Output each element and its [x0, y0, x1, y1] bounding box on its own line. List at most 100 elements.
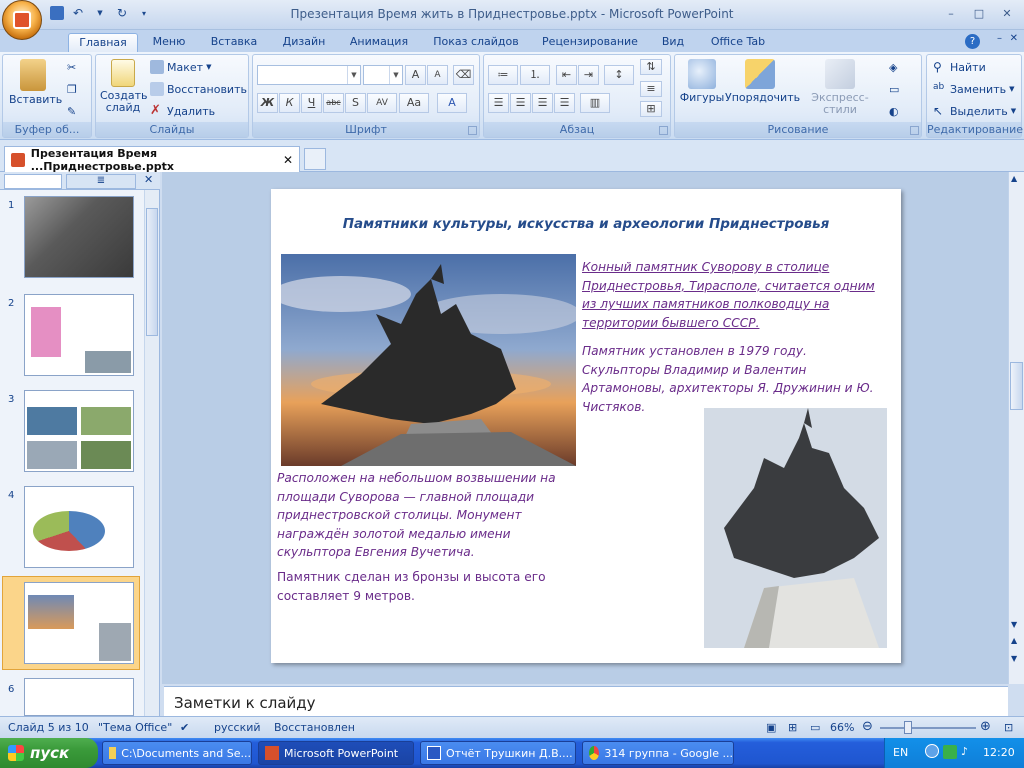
- drawing-dialog-launcher-icon[interactable]: [910, 126, 919, 135]
- editor-scroll-thumb[interactable]: [1010, 362, 1023, 410]
- paragraph-dialog-launcher-icon[interactable]: [659, 126, 668, 135]
- panel-scroll-thumb[interactable]: [146, 208, 158, 336]
- bold-button[interactable]: Ж: [257, 93, 278, 113]
- change-case-button[interactable]: Aa: [399, 93, 429, 113]
- layout-button[interactable]: Макет ▼: [150, 60, 211, 74]
- zoom-slider-thumb[interactable]: [904, 721, 912, 734]
- zoom-level[interactable]: 66%: [830, 721, 854, 734]
- input-language[interactable]: EN: [893, 746, 908, 759]
- paragraph-link-text[interactable]: Конный памятник Суворову в столице Придн…: [582, 258, 882, 332]
- font-dialog-launcher-icon[interactable]: [468, 126, 477, 135]
- shadow-button[interactable]: S: [345, 93, 366, 113]
- spellcheck-icon[interactable]: ✔: [180, 721, 189, 734]
- slide-thumbnail-6[interactable]: [24, 678, 134, 716]
- start-button[interactable]: пуск: [0, 738, 98, 768]
- panel-scrollbar[interactable]: [144, 190, 159, 716]
- slide-thumbnail-2[interactable]: [24, 294, 134, 376]
- close-panel-icon[interactable]: ✕: [144, 173, 153, 186]
- slide-thumbnail-5[interactable]: [24, 582, 134, 664]
- copy-icon[interactable]: ❐: [67, 83, 77, 96]
- ribbon-close-icon[interactable]: ✕: [1010, 33, 1018, 44]
- fit-window-icon[interactable]: ⊡: [1004, 721, 1013, 734]
- normal-view-icon[interactable]: ▣: [766, 721, 776, 734]
- tab-view[interactable]: Вид: [656, 33, 690, 52]
- shape-fill-icon[interactable]: ◈: [889, 61, 897, 74]
- align-center-icon[interactable]: ☰: [510, 93, 531, 113]
- new-slide-button[interactable]: Создать слайд: [100, 59, 148, 114]
- theme-name[interactable]: "Тема Office": [98, 721, 172, 734]
- maximize-button[interactable]: □: [966, 4, 992, 22]
- slide-thumbnail-3[interactable]: [24, 390, 134, 472]
- scroll-up-icon[interactable]: ▲: [1011, 174, 1017, 183]
- tab-home[interactable]: Главная: [68, 33, 138, 52]
- grow-font-button[interactable]: A: [405, 65, 426, 85]
- char-spacing-button[interactable]: AV: [367, 93, 397, 113]
- replace-button[interactable]: ab Заменить ▼: [933, 82, 1014, 96]
- numbering-icon[interactable]: ⒈: [520, 65, 550, 85]
- delete-button[interactable]: ✗ Удалить: [150, 104, 215, 118]
- slide-title[interactable]: Памятники культуры, искусства и археолог…: [271, 216, 901, 232]
- document-tab[interactable]: Презентация Время ...Приднестровье.pptx …: [4, 146, 300, 173]
- align-text-icon[interactable]: ≡: [640, 81, 662, 97]
- sorter-view-icon[interactable]: ⊞: [788, 721, 797, 734]
- editor-scrollbar[interactable]: ▲ ▼ ▲ ▼: [1008, 172, 1024, 684]
- justify-icon[interactable]: ☰: [554, 93, 575, 113]
- outline-tab-icon[interactable]: ≣: [66, 174, 136, 189]
- shape-effects-icon[interactable]: ◐: [889, 105, 899, 118]
- select-button[interactable]: ↖ Выделить ▼: [933, 104, 1016, 118]
- tab-insert[interactable]: Вставка: [206, 33, 262, 52]
- font-color-button[interactable]: A: [437, 93, 467, 113]
- taskbar-item-powerpoint[interactable]: Microsoft PowerPoint: [258, 741, 414, 765]
- tab-slideshow[interactable]: Показ слайдов: [428, 33, 524, 52]
- text-direction-icon[interactable]: ⇅: [640, 59, 662, 75]
- tab-review[interactable]: Рецензирование: [538, 33, 642, 52]
- minimize-button[interactable]: –: [938, 4, 964, 22]
- align-left-icon[interactable]: ☰: [488, 93, 509, 113]
- reset-button[interactable]: Восстановить: [150, 82, 247, 96]
- volume-icon[interactable]: ♪: [961, 745, 968, 758]
- slideshow-view-icon[interactable]: ▭: [810, 721, 820, 734]
- underline-button[interactable]: Ч: [301, 93, 322, 113]
- increase-indent-icon[interactable]: ⇥: [578, 65, 599, 85]
- format-painter-icon[interactable]: ✎: [67, 105, 76, 118]
- tab-design[interactable]: Дизайн: [276, 33, 332, 52]
- zoom-in-icon[interactable]: ⊕: [980, 719, 991, 734]
- slide-thumbnail-1[interactable]: [24, 196, 134, 278]
- slide-canvas[interactable]: Памятники культуры, искусства и археолог…: [271, 189, 901, 663]
- italic-button[interactable]: К: [279, 93, 300, 113]
- shrink-font-button[interactable]: A: [427, 65, 448, 85]
- next-slide-icon[interactable]: ▼: [1011, 654, 1017, 663]
- bullets-icon[interactable]: ≔: [488, 65, 518, 85]
- shapes-button[interactable]: Фигуры: [679, 59, 725, 104]
- decrease-indent-icon[interactable]: ⇤: [556, 65, 577, 85]
- align-right-icon[interactable]: ☰: [532, 93, 553, 113]
- slide-thumbnail-4[interactable]: [24, 486, 134, 568]
- find-button[interactable]: ⚲ Найти: [933, 60, 986, 74]
- help-icon[interactable]: ?: [965, 34, 980, 49]
- tab-menu[interactable]: Меню: [146, 33, 192, 52]
- taskbar-item-word[interactable]: Отчёт Трушкин Д.В....: [420, 741, 576, 765]
- columns-icon[interactable]: ▥: [580, 93, 610, 113]
- suvorov-photo-sunset[interactable]: [281, 254, 576, 466]
- line-spacing-icon[interactable]: ↕: [604, 65, 634, 85]
- paragraph-location[interactable]: Расположен на небольшом возвышении на пл…: [277, 469, 577, 562]
- cut-icon[interactable]: ✂: [67, 61, 76, 74]
- new-tab-icon[interactable]: [304, 148, 326, 170]
- font-family-select[interactable]: ▼: [257, 65, 361, 85]
- suvorov-photo-sky[interactable]: [704, 408, 887, 648]
- taskbar-item-chrome[interactable]: 314 группа - Google ...: [582, 741, 734, 765]
- paragraph-material[interactable]: Памятник сделан из бронзы и высота его с…: [277, 568, 567, 605]
- taskbar-item-explorer[interactable]: C:\Documents and Se...: [102, 741, 252, 765]
- paste-button[interactable]: Вставить: [9, 59, 62, 106]
- close-tab-icon[interactable]: ✕: [283, 153, 293, 167]
- clear-format-icon[interactable]: ⌫: [453, 65, 474, 85]
- smartart-icon[interactable]: ⊞: [640, 101, 662, 117]
- tray-arrow-icon[interactable]: [925, 744, 939, 758]
- scroll-down-icon[interactable]: ▼: [1011, 620, 1017, 629]
- font-size-select[interactable]: ▼: [363, 65, 403, 85]
- paragraph-installed[interactable]: Памятник установлен в 1979 году. Скульпт…: [582, 342, 888, 416]
- prev-slide-icon[interactable]: ▲: [1011, 636, 1017, 645]
- zoom-out-icon[interactable]: ⊖: [862, 719, 873, 734]
- suvorov-link[interactable]: Конный памятник Суворову в столице Придн…: [582, 260, 875, 330]
- tray-app-icon[interactable]: [943, 745, 957, 759]
